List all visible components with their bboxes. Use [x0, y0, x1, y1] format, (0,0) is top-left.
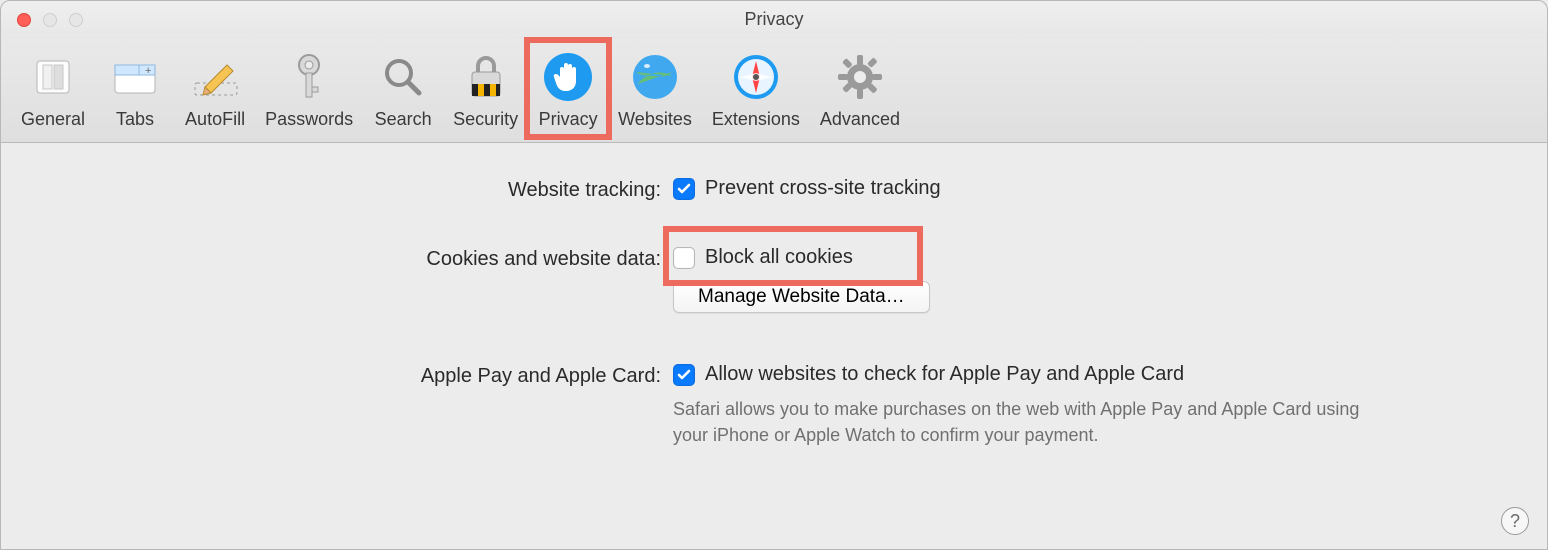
hand-stop-icon — [538, 47, 598, 107]
toolbar-item-label: Passwords — [265, 109, 353, 130]
pencil-form-icon — [185, 47, 245, 107]
checkbox-icon — [673, 247, 695, 269]
toolbar-item-label: General — [21, 109, 85, 130]
toolbar-item-tabs[interactable]: + Tabs — [95, 45, 175, 134]
lock-barrier-icon — [456, 47, 516, 107]
cookies-label: Cookies and website data: — [21, 246, 661, 271]
globe-icon — [625, 47, 685, 107]
help-button[interactable]: ? — [1501, 507, 1529, 535]
toolbar-item-advanced[interactable]: Advanced — [810, 45, 910, 134]
apple-pay-label: Apple Pay and Apple Card: — [21, 363, 661, 388]
toolbar-item-label: Search — [375, 109, 432, 130]
window-title: Privacy — [1, 9, 1547, 30]
switch-icon — [23, 47, 83, 107]
toolbar-item-label: Extensions — [712, 109, 800, 130]
toolbar-item-label: Websites — [618, 109, 692, 130]
compass-icon — [726, 47, 786, 107]
toolbar-item-label: Privacy — [539, 109, 598, 130]
toolbar-item-websites[interactable]: Websites — [608, 45, 702, 134]
privacy-pane: Website tracking: Prevent cross-site tra… — [1, 143, 1547, 478]
toolbar-item-security[interactable]: Security — [443, 45, 528, 134]
gear-icon — [830, 47, 890, 107]
magnifier-icon — [373, 47, 433, 107]
apple-pay-description: Safari allows you to make purchases on t… — [673, 396, 1373, 448]
toolbar-item-autofill[interactable]: AutoFill — [175, 45, 255, 134]
allow-apple-pay-check-checkbox[interactable]: Allow websites to check for Apple Pay an… — [673, 363, 1184, 386]
cookies-row: Cookies and website data: Block all cook… — [21, 246, 1527, 313]
website-tracking-label: Website tracking: — [21, 177, 661, 202]
toolbar-item-extensions[interactable]: Extensions — [702, 45, 810, 134]
key-icon — [279, 47, 339, 107]
toolbar-item-search[interactable]: Search — [363, 45, 443, 134]
prevent-cross-site-tracking-checkbox[interactable]: Prevent cross-site tracking — [673, 177, 941, 200]
titlebar: Privacy — [1, 1, 1547, 39]
toolbar-item-label: AutoFill — [185, 109, 245, 130]
toolbar-item-passwords[interactable]: Passwords — [255, 45, 363, 134]
svg-text:+: + — [145, 65, 151, 77]
checkbox-label: Allow websites to check for Apple Pay an… — [705, 363, 1184, 386]
preferences-toolbar: General + Tabs AutoFill — [1, 39, 1547, 143]
toolbar-item-label: Tabs — [116, 109, 154, 130]
toolbar-item-general[interactable]: General — [11, 45, 95, 134]
block-all-cookies-checkbox[interactable]: Block all cookies — [673, 246, 853, 269]
toolbar-item-label: Security — [453, 109, 518, 130]
checkbox-icon — [673, 178, 695, 200]
tabs-icon: + — [105, 47, 165, 107]
apple-pay-row: Apple Pay and Apple Card: Allow websites… — [21, 363, 1527, 448]
toolbar-item-privacy[interactable]: Privacy — [528, 45, 608, 134]
manage-website-data-button[interactable]: Manage Website Data… — [673, 281, 930, 313]
checkbox-icon — [673, 364, 695, 386]
checkbox-label: Block all cookies — [705, 246, 853, 269]
preferences-window: Privacy General + Tabs — [0, 0, 1548, 550]
checkbox-label: Prevent cross-site tracking — [705, 177, 941, 200]
toolbar-item-label: Advanced — [820, 109, 900, 130]
website-tracking-row: Website tracking: Prevent cross-site tra… — [21, 177, 1527, 202]
